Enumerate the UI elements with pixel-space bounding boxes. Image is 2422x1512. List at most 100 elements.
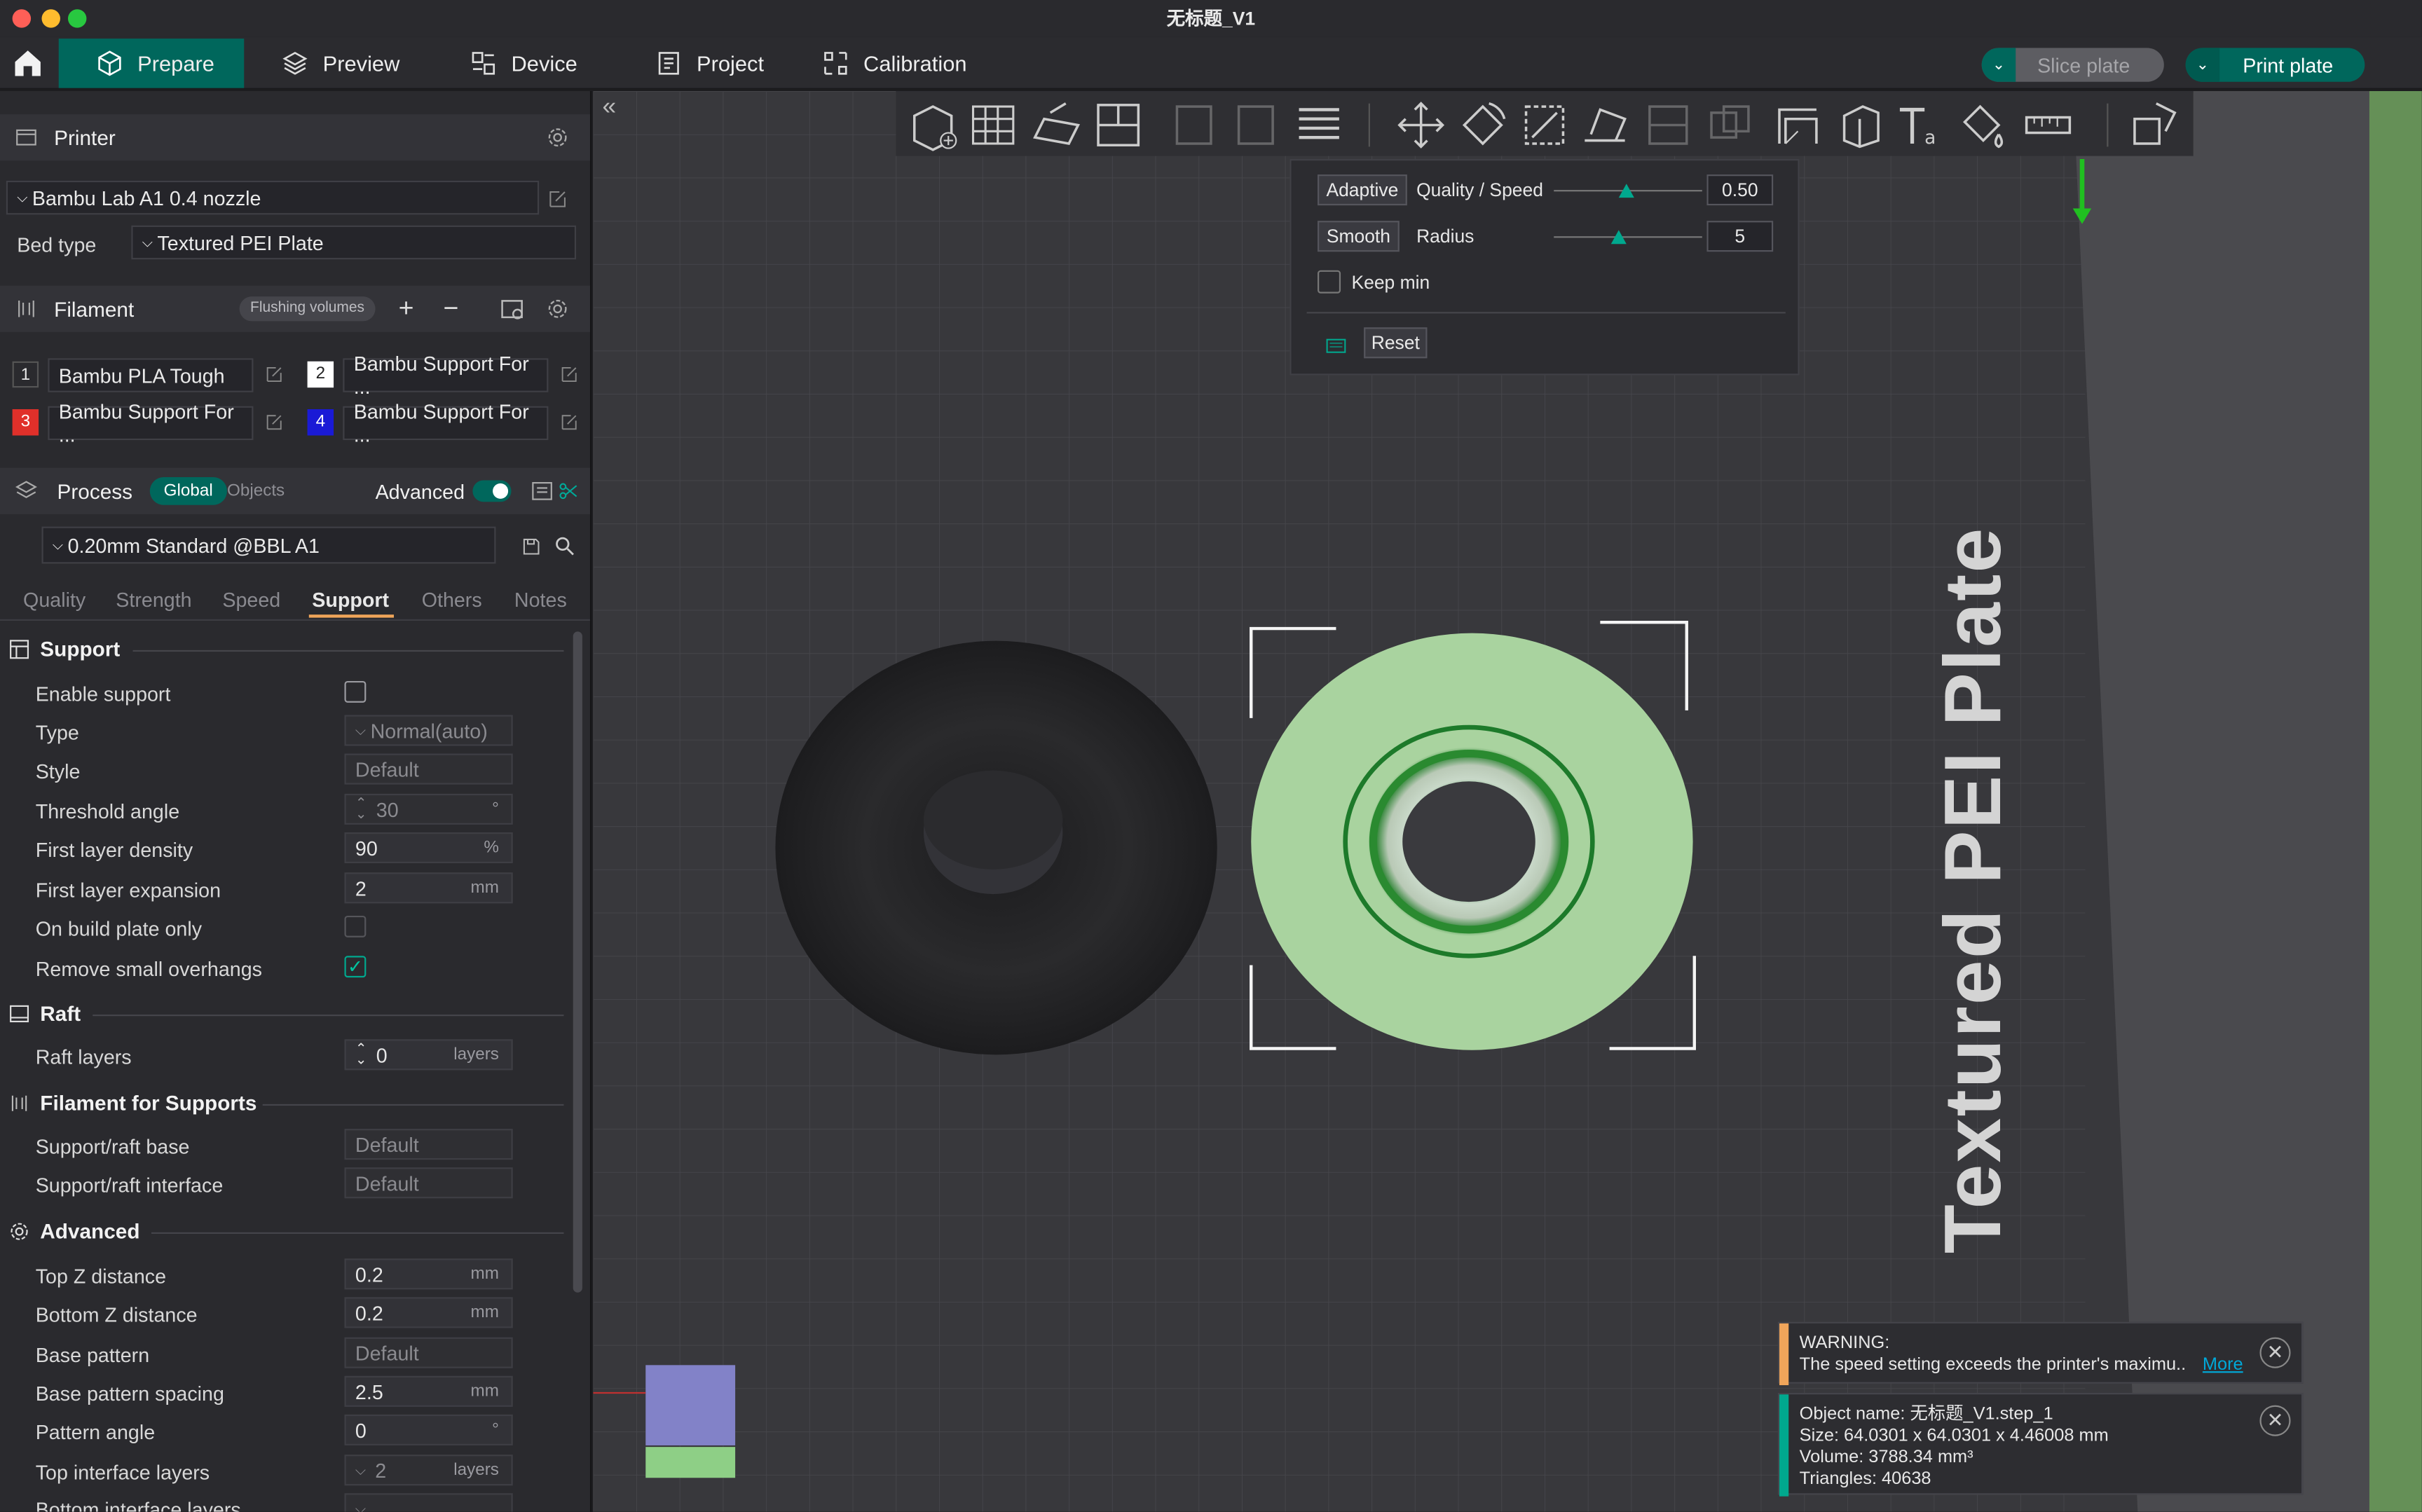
chevron-down-icon[interactable]: ⌄ <box>2185 48 2220 82</box>
bottom-interface-layers-select[interactable]: ⌵ <box>344 1493 513 1512</box>
lay-on-face-icon[interactable] <box>1578 97 1634 153</box>
edit-filament-icon[interactable] <box>264 412 285 432</box>
quality-value-input[interactable]: 0.50 <box>1706 174 1774 206</box>
measure-icon[interactable] <box>2020 97 2076 153</box>
filament-name-2[interactable]: Bambu Support For ... <box>343 352 549 399</box>
raft-group-title: Raft <box>8 1002 81 1025</box>
first-layer-expansion-input[interactable]: 2 mm <box>344 872 513 904</box>
tab-calibration[interactable]: Calibration <box>822 39 967 88</box>
text-icon[interactable]: a <box>1894 97 1949 153</box>
tab-quality[interactable]: Quality <box>23 589 85 612</box>
edit-filament-icon[interactable] <box>559 364 580 385</box>
top-z-distance-input[interactable]: 0.2 mm <box>344 1258 513 1290</box>
compare-presets-icon[interactable] <box>530 479 554 503</box>
radius-value-input[interactable]: 5 <box>1706 221 1774 252</box>
tab-project[interactable]: Project <box>655 39 764 88</box>
seam-painting-icon[interactable] <box>1832 97 1887 153</box>
move-icon[interactable] <box>1393 97 1449 153</box>
variable-layer-height-icon[interactable] <box>1292 97 1347 153</box>
keep-min-checkbox[interactable] <box>1318 270 1341 294</box>
zoom-window-button[interactable] <box>67 9 87 28</box>
radius-slider-thumb[interactable] <box>1610 230 1627 245</box>
color-painting-icon[interactable] <box>1955 97 2011 153</box>
edit-printer-icon[interactable] <box>547 188 568 210</box>
tab-prepare[interactable]: Prepare <box>58 39 245 88</box>
close-window-button[interactable] <box>12 9 32 28</box>
close-info-icon[interactable]: ✕ <box>2259 1405 2291 1436</box>
threshold-angle-input[interactable]: ⌃ ⌄ 30 ° <box>344 793 513 825</box>
remove-small-overhangs-checkbox[interactable]: ✓ <box>344 956 367 978</box>
boolean-icon[interactable] <box>1702 97 1758 153</box>
slice-plate-button[interactable]: ⌄ Slice plate <box>1981 48 2164 82</box>
enable-support-checkbox[interactable] <box>344 680 367 703</box>
support-interface-select[interactable]: Default <box>344 1167 513 1199</box>
rotate-icon[interactable] <box>1455 97 1510 153</box>
edit-filament-icon[interactable] <box>264 364 285 385</box>
add-object-icon[interactable] <box>905 97 961 153</box>
cut-icon[interactable] <box>1641 97 1696 153</box>
close-warning-icon[interactable]: ✕ <box>2259 1337 2291 1368</box>
process-preset-select[interactable]: ⌵ 0.20mm Standard @BBL A1 <box>41 526 496 564</box>
pattern-angle-input[interactable]: 0 ° <box>344 1414 513 1445</box>
filament-settings-gear-icon[interactable] <box>545 296 570 321</box>
bed-type-select[interactable]: ⌵ Textured PEI Plate <box>131 225 577 260</box>
bottom-z-distance-input[interactable]: 0.2 mm <box>344 1297 513 1328</box>
smooth-button[interactable]: Smooth <box>1318 221 1400 252</box>
support-base-select[interactable]: Default <box>344 1129 513 1160</box>
filament-sync-icon[interactable] <box>499 296 525 322</box>
scale-icon[interactable] <box>1517 97 1572 153</box>
tab-speed[interactable]: Speed <box>222 589 280 612</box>
add-filament-icon[interactable]: + <box>399 294 414 324</box>
reset-button[interactable]: Reset <box>1364 327 1428 359</box>
collapse-panel-icon[interactable]: « <box>603 94 617 122</box>
build-plate-only-checkbox[interactable] <box>344 915 367 937</box>
tab-support[interactable]: Support <box>312 589 389 612</box>
tab-notes[interactable]: Notes <box>514 589 567 612</box>
flushing-volumes-button[interactable]: Flushing volumes <box>239 296 376 322</box>
quality-slider[interactable] <box>1554 184 1702 198</box>
tab-strength[interactable]: Strength <box>116 589 191 612</box>
settings-scrollbar[interactable] <box>573 631 582 1293</box>
tab-others[interactable]: Others <box>422 589 482 612</box>
chevron-down-icon[interactable]: ⌄ <box>1981 48 2016 82</box>
edit-filament-icon[interactable] <box>559 412 580 432</box>
arrange-icon[interactable] <box>1090 97 1146 153</box>
filament-name-4[interactable]: Bambu Support For ... <box>343 400 549 446</box>
quality-slider-thumb[interactable] <box>1618 184 1634 198</box>
support-style-select[interactable]: Default <box>344 753 513 785</box>
save-preset-icon[interactable] <box>521 536 542 558</box>
first-layer-density-input[interactable]: 90% <box>344 832 513 864</box>
advanced-switch[interactable] <box>472 480 512 502</box>
objects-toggle[interactable]: Objects <box>227 477 285 505</box>
scissors-icon[interactable] <box>558 480 580 502</box>
tab-preview[interactable]: Preview <box>281 39 399 88</box>
spinner-icon[interactable]: ⌃ ⌄ <box>355 796 367 820</box>
printer-select[interactable]: ⌵ Bambu Lab A1 0.4 nozzle <box>6 180 540 215</box>
filament-name-3[interactable]: Bambu Support For ... <box>48 400 254 446</box>
search-icon[interactable] <box>553 535 576 558</box>
print-plate-button[interactable]: ⌄ Print plate <box>2185 48 2365 82</box>
top-interface-layers-select[interactable]: ⌵ 2 layers <box>344 1455 513 1486</box>
support-type-select[interactable]: ⌵ Normal(auto) <box>344 715 513 746</box>
minimize-window-button[interactable] <box>41 9 60 28</box>
filament-name-1[interactable]: Bambu PLA Tough <box>48 358 254 392</box>
assembly-icon[interactable] <box>2126 97 2181 153</box>
raft-layers-input[interactable]: ⌃ ⌄ 0 layers <box>344 1039 513 1071</box>
warning-more-link[interactable]: More <box>2203 1354 2243 1376</box>
support-painting-icon[interactable] <box>1770 97 1826 153</box>
remove-filament-icon[interactable]: − <box>444 294 459 324</box>
radius-slider[interactable] <box>1554 230 1702 245</box>
spinner-icon[interactable]: ⌃ ⌄ <box>355 1042 367 1066</box>
keyboard-icon[interactable] <box>1322 335 1350 357</box>
home-icon[interactable] <box>11 46 44 80</box>
printer-settings-gear-icon[interactable] <box>545 125 570 150</box>
split-objects-icon[interactable] <box>1168 97 1223 153</box>
split-parts-icon[interactable] <box>1229 97 1285 153</box>
tab-device[interactable]: Device <box>470 39 577 88</box>
auto-orient-icon[interactable] <box>1029 97 1084 153</box>
add-plate-icon[interactable] <box>967 97 1022 153</box>
base-pattern-select[interactable]: Default <box>344 1337 513 1368</box>
base-pattern-spacing-input[interactable]: 2.5 mm <box>344 1375 513 1407</box>
global-toggle[interactable]: Global <box>149 477 227 505</box>
adaptive-button[interactable]: Adaptive <box>1318 174 1407 206</box>
